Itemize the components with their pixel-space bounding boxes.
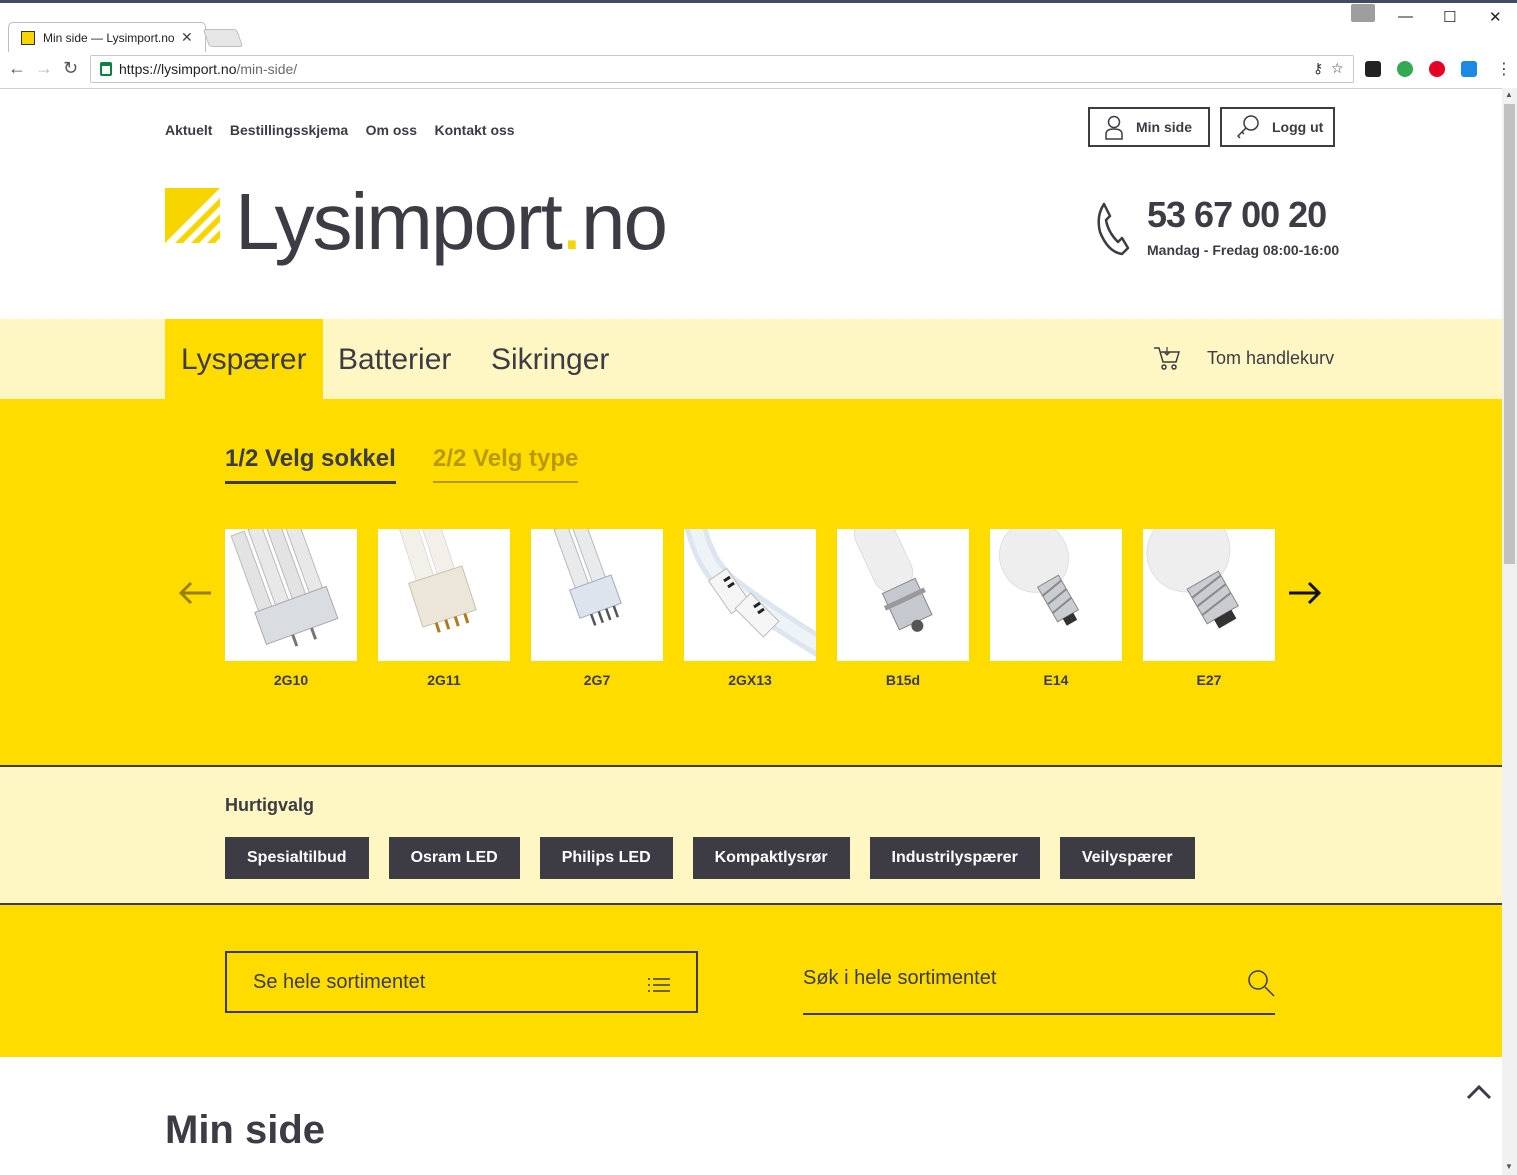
socket-label: E27 (1196, 672, 1222, 688)
socket-card-b15d[interactable]: B15d (837, 529, 969, 688)
favicon-icon (21, 31, 35, 45)
lamp-e14-image (990, 529, 1122, 661)
page-scrollbar[interactable]: ▲ ▼ (1502, 88, 1517, 1175)
lamp-2g7-image (531, 529, 663, 661)
search-icon[interactable] (1247, 969, 1275, 997)
address-bar[interactable]: https://lysimport.no/min-side/ ⚷ ☆ (90, 55, 1354, 83)
logo-mark-icon (165, 188, 220, 243)
nav-link-kontakt-oss[interactable]: Kontakt oss (434, 122, 514, 138)
my-page-button[interactable]: Min side (1088, 107, 1210, 147)
browse-all-button[interactable]: Se hele sortimentet (225, 951, 698, 1013)
scroll-to-top-icon[interactable] (1466, 1084, 1492, 1100)
tab-sikringer[interactable]: Sikringer (475, 319, 625, 399)
site-logo[interactable]: Lysimport.no (165, 177, 668, 266)
quick-select-buttons: Spesialtilbud Osram LED Philips LED Komp… (225, 837, 1195, 879)
page-title: Min side (165, 1108, 326, 1152)
cart-label: Tom handlekurv (1207, 347, 1335, 368)
bookmark-star-icon[interactable]: ☆ (1331, 60, 1344, 77)
cart-button[interactable]: Tom handlekurv (1153, 345, 1334, 371)
logo-wordmark: Lysimport.no (235, 177, 668, 266)
quick-button-industrilyspaerer[interactable]: Industrilyspærer (869, 837, 1040, 879)
socket-selector: 1/2 Velg sokkel 2/2 Velg type 2G10 2G11 … (0, 399, 1502, 767)
lock-icon (100, 62, 112, 76)
nav-link-bestillingsskjema[interactable]: Bestillingsskjema (230, 122, 348, 138)
search-input[interactable] (803, 967, 1223, 990)
quick-button-osram-led[interactable]: Osram LED (388, 837, 520, 879)
socket-label: 2G7 (583, 672, 611, 688)
forward-icon[interactable]: → (35, 58, 53, 79)
web-page: Aktuelt Bestillingsskjema Om oss Kontakt… (0, 88, 1502, 1175)
taskbar-strip (0, 0, 1517, 3)
shopping-cart-icon (1154, 347, 1181, 370)
search-section: Se hele sortimentet (0, 905, 1502, 1057)
socket-card-2g11[interactable]: 2G11 (378, 529, 510, 688)
socket-card-2g10[interactable]: 2G10 (225, 529, 357, 688)
browser-chrome: Min side — Lysimport.no ✕ — ☐ ✕ ← → ↻ ht… (0, 0, 1517, 89)
search-field[interactable] (803, 953, 1275, 1015)
quick-select-section: Hurtigvalg Spesialtilbud Osram LED Phili… (0, 767, 1502, 905)
quick-button-spesialtilbud[interactable]: Spesialtilbud (225, 837, 369, 879)
scroll-down-icon[interactable]: ▼ (1505, 1162, 1513, 1171)
category-bar: Lyspærer Batterier Sikringer Tom handlek… (0, 319, 1502, 399)
my-page-label: Min side (1136, 119, 1193, 135)
socket-label: 2G10 (273, 672, 309, 688)
arrow-right-icon[interactable] (1288, 581, 1322, 605)
reload-icon[interactable]: ↻ (63, 58, 78, 79)
browser-toolbar: ← → ↻ https://lysimport.no/min-side/ ⚷ ☆… (0, 52, 1517, 89)
green-extension-icon[interactable] (1397, 61, 1413, 77)
nav-link-om-oss[interactable]: Om oss (366, 122, 417, 138)
lamp-b15d-image (837, 529, 969, 661)
logout-label: Logg ut (1272, 119, 1324, 135)
lamp-2gx13-image (684, 529, 816, 661)
socket-card-2gx13[interactable]: 2GX13 (684, 529, 816, 688)
socket-label: 2G11 (427, 672, 461, 688)
nav-link-aktuelt[interactable]: Aktuelt (165, 122, 212, 138)
user-icon (1105, 115, 1123, 140)
tab-close-icon[interactable]: ✕ (181, 29, 193, 46)
tab-batterier[interactable]: Batterier (322, 319, 467, 399)
key-icon[interactable]: ⚷ (1313, 60, 1323, 77)
lamp-2g11-image (378, 529, 510, 661)
top-navigation: Aktuelt Bestillingsskjema Om oss Kontakt… (165, 122, 528, 140)
pinterest-extension-icon[interactable] (1429, 61, 1445, 77)
profile-icon[interactable] (1351, 4, 1375, 22)
socket-card-2g7[interactable]: 2G7 (531, 529, 663, 688)
browse-all-label: Se hele sortimentet (253, 971, 426, 993)
new-extension-icon[interactable] (1461, 61, 1477, 77)
quick-select-title: Hurtigvalg (225, 795, 315, 815)
quick-button-veilyspaerer[interactable]: Veilyspærer (1059, 837, 1195, 879)
url-text: https://lysimport.no/min-side/ (119, 61, 298, 77)
pdf-extension-icon[interactable] (1365, 61, 1381, 77)
minimize-icon[interactable]: — (1398, 8, 1413, 25)
phone-icon (1097, 202, 1130, 256)
maximize-icon[interactable]: ☐ (1443, 8, 1456, 26)
lamp-2g10-image (225, 529, 357, 661)
scroll-up-icon[interactable]: ▲ (1505, 90, 1513, 99)
step-choose-socket[interactable]: 1/2 Velg sokkel (225, 445, 396, 484)
new-tab-button[interactable] (202, 29, 244, 47)
quick-button-philips-led[interactable]: Philips LED (539, 837, 673, 879)
socket-card-e14[interactable]: E14 (990, 529, 1122, 688)
tab-lyspaerer[interactable]: Lyspærer (165, 319, 323, 399)
list-icon (648, 978, 670, 992)
browser-tab[interactable]: Min side — Lysimport.no ✕ (8, 22, 206, 53)
opening-hours: Mandag - Fredag 08:00-16:00 (1147, 242, 1340, 258)
scroll-thumb[interactable] (1504, 104, 1515, 564)
socket-label: 2GX13 (728, 672, 772, 688)
arrow-left-icon[interactable] (178, 581, 212, 605)
close-window-icon[interactable]: ✕ (1489, 8, 1502, 26)
socket-label: B15d (885, 672, 921, 688)
back-icon[interactable]: ← (8, 58, 26, 79)
key-icon (1236, 115, 1259, 139)
tab-title: Min side — Lysimport.no (43, 31, 175, 45)
browser-menu-icon[interactable]: ⋮ (1496, 59, 1512, 79)
logout-button[interactable]: Logg ut (1220, 107, 1335, 147)
step-choose-type[interactable]: 2/2 Velg type (433, 445, 579, 483)
socket-label: E14 (1043, 672, 1069, 688)
socket-card-e27[interactable]: E27 (1143, 529, 1275, 688)
lamp-e27-image (1143, 529, 1275, 661)
phone-number[interactable]: 53 67 00 20 (1147, 194, 1327, 236)
quick-button-kompaktlysror[interactable]: Kompaktlysrør (692, 837, 850, 879)
